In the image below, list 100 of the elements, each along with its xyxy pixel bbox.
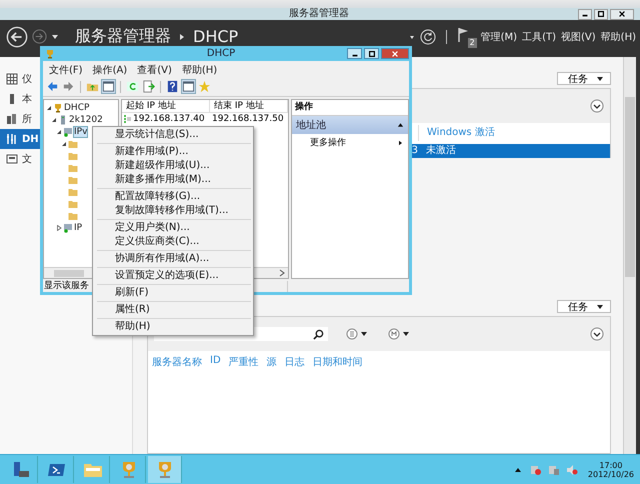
pane-icon[interactable] <box>182 80 195 93</box>
window-title: DHCP <box>206 48 236 59</box>
breadcrumb-root[interactable]: 服务器管理器 <box>75 26 171 47</box>
flag-icon[interactable] <box>456 26 469 42</box>
close-icon <box>618 10 626 18</box>
search-icon <box>313 328 324 340</box>
breadcrumb-separator-icon <box>179 32 185 40</box>
back-icon[interactable] <box>6 26 28 48</box>
star-icon[interactable] <box>198 80 211 93</box>
clock[interactable]: 17:00 2012/10/26 <box>584 460 640 478</box>
menu-item[interactable]: 配置故障转移(G)... <box>95 190 251 204</box>
speaker-icon[interactable] <box>566 464 578 476</box>
collapse-arrow-icon[interactable] <box>61 141 67 147</box>
menu-item[interactable]: 帮助(H) <box>180 63 220 77</box>
menu-item[interactable]: 复制故障转移作用域(T)... <box>95 204 251 218</box>
menu-item[interactable]: 新建作用域(P)... <box>95 145 251 159</box>
collapse-arrow-icon[interactable] <box>56 129 62 135</box>
filter-icon[interactable] <box>388 328 412 340</box>
trophy-icon <box>53 103 63 113</box>
menu-item[interactable]: 查看(V) <box>135 63 174 77</box>
menu-item[interactable]: 属性(R) <box>95 303 251 317</box>
column-header[interactable]: 严重性 <box>228 355 259 369</box>
action-item[interactable]: 更多操作 <box>292 134 408 151</box>
menu-item[interactable]: 帮助(H) <box>95 320 251 334</box>
table-cell: 192.168.137.50 <box>212 113 284 125</box>
help-icon[interactable] <box>166 80 179 93</box>
forward-icon[interactable] <box>62 80 75 93</box>
refresh-icon[interactable] <box>420 28 436 44</box>
caret-icon <box>596 302 604 310</box>
dropdown-icon[interactable] <box>51 32 59 40</box>
menu-item[interactable]: 刷新(F) <box>95 286 251 300</box>
expand-icon[interactable] <box>590 99 604 113</box>
window-title: 服务器管理器 <box>289 8 349 20</box>
column-header[interactable]: Windows 激活 <box>427 127 495 138</box>
nav-item[interactable]: 文 <box>0 149 40 169</box>
scroll-right-icon[interactable] <box>279 269 285 277</box>
scrollbar[interactable] <box>623 57 640 454</box>
collapse-arrow-icon[interactable] <box>46 105 52 111</box>
actions-section[interactable]: 地址池 <box>292 116 408 134</box>
filter-icon[interactable] <box>346 328 370 340</box>
dhcp-icon <box>6 133 18 145</box>
close-icon <box>391 50 400 58</box>
server-icon <box>6 113 18 125</box>
tray-arrow-icon[interactable] <box>514 466 522 474</box>
restore-button[interactable] <box>364 48 380 59</box>
menu-item[interactable]: 工具(T) <box>520 30 558 44</box>
status-text: 显示该服务 <box>44 281 89 291</box>
server-icon <box>58 115 68 125</box>
storage-icon <box>6 153 18 165</box>
nav-label: 所 <box>22 112 32 126</box>
menu-item[interactable]: 新建超级作用域(U)... <box>95 159 251 173</box>
export-icon[interactable] <box>142 80 155 93</box>
nav-item[interactable]: DH <box>0 129 40 149</box>
expand-icon[interactable] <box>590 327 604 341</box>
submenu-arrow-icon <box>397 140 404 146</box>
menu-item[interactable]: 设置预定义的选项(E)... <box>95 269 251 283</box>
minimize-button[interactable] <box>578 8 592 20</box>
tree-item[interactable]: IP <box>74 223 82 233</box>
expand-arrow-icon[interactable] <box>56 225 62 231</box>
tree-item[interactable]: 2k1202 <box>69 115 103 125</box>
tasks-button[interactable]: 任务 <box>557 300 611 313</box>
trophy-icon <box>45 48 55 58</box>
menu-item[interactable]: 视图(V) <box>559 30 598 44</box>
minimize-button[interactable] <box>347 48 362 59</box>
column-header[interactable]: 日期和时间 <box>312 355 363 369</box>
nav-label: 本 <box>22 92 32 106</box>
taskbar-button[interactable] <box>148 456 182 483</box>
nav-item[interactable]: 所 <box>0 109 40 129</box>
column-header[interactable]: 日志 <box>284 355 305 369</box>
restore-icon <box>368 50 376 58</box>
tasks-button[interactable]: 任务 <box>557 72 611 85</box>
nav-item[interactable]: 本 <box>0 89 40 109</box>
restore-button[interactable] <box>594 8 608 20</box>
range-icon <box>124 114 132 124</box>
tree-item[interactable]: DHCP <box>64 103 90 113</box>
column-header[interactable]: 源 <box>266 355 277 369</box>
column-header[interactable]: 结束 IP 地址 <box>210 100 288 112</box>
collapse-arrow-icon[interactable] <box>51 117 57 123</box>
menu-item[interactable]: 文件(F) <box>47 63 85 77</box>
close-button[interactable] <box>610 8 634 20</box>
clock-time: 17:00 <box>599 460 622 470</box>
column-header[interactable]: ID <box>210 355 221 369</box>
menu-item[interactable]: 协调所有作用域(A)... <box>95 252 251 266</box>
menu-item[interactable]: 显示统计信息(S)... <box>95 128 251 142</box>
menu-item[interactable]: 帮助(H) <box>598 30 638 44</box>
menu-item[interactable]: 操作(A) <box>90 63 130 77</box>
menu-item[interactable]: 定义供应商类(C)... <box>95 235 251 249</box>
pane-icon[interactable] <box>102 80 115 93</box>
section-title: 地址池 <box>296 118 326 132</box>
menu-item[interactable]: 管理(M) <box>478 30 520 44</box>
tree-item[interactable]: IPv <box>74 127 88 137</box>
nav-item[interactable]: 仪 <box>0 69 40 89</box>
column-header[interactable]: 服务器名称 <box>152 355 202 369</box>
nav-label: 文 <box>22 152 32 166</box>
menu-item[interactable]: 新建多播作用域(M)... <box>95 173 251 187</box>
nav-label: 仪 <box>22 73 32 86</box>
column-header[interactable]: 起始 IP 地址 <box>122 100 210 112</box>
menu-item[interactable]: 定义用户类(N)... <box>95 221 251 235</box>
caret-icon <box>596 74 604 82</box>
table-cell: 192.168.137.40 <box>133 113 205 125</box>
